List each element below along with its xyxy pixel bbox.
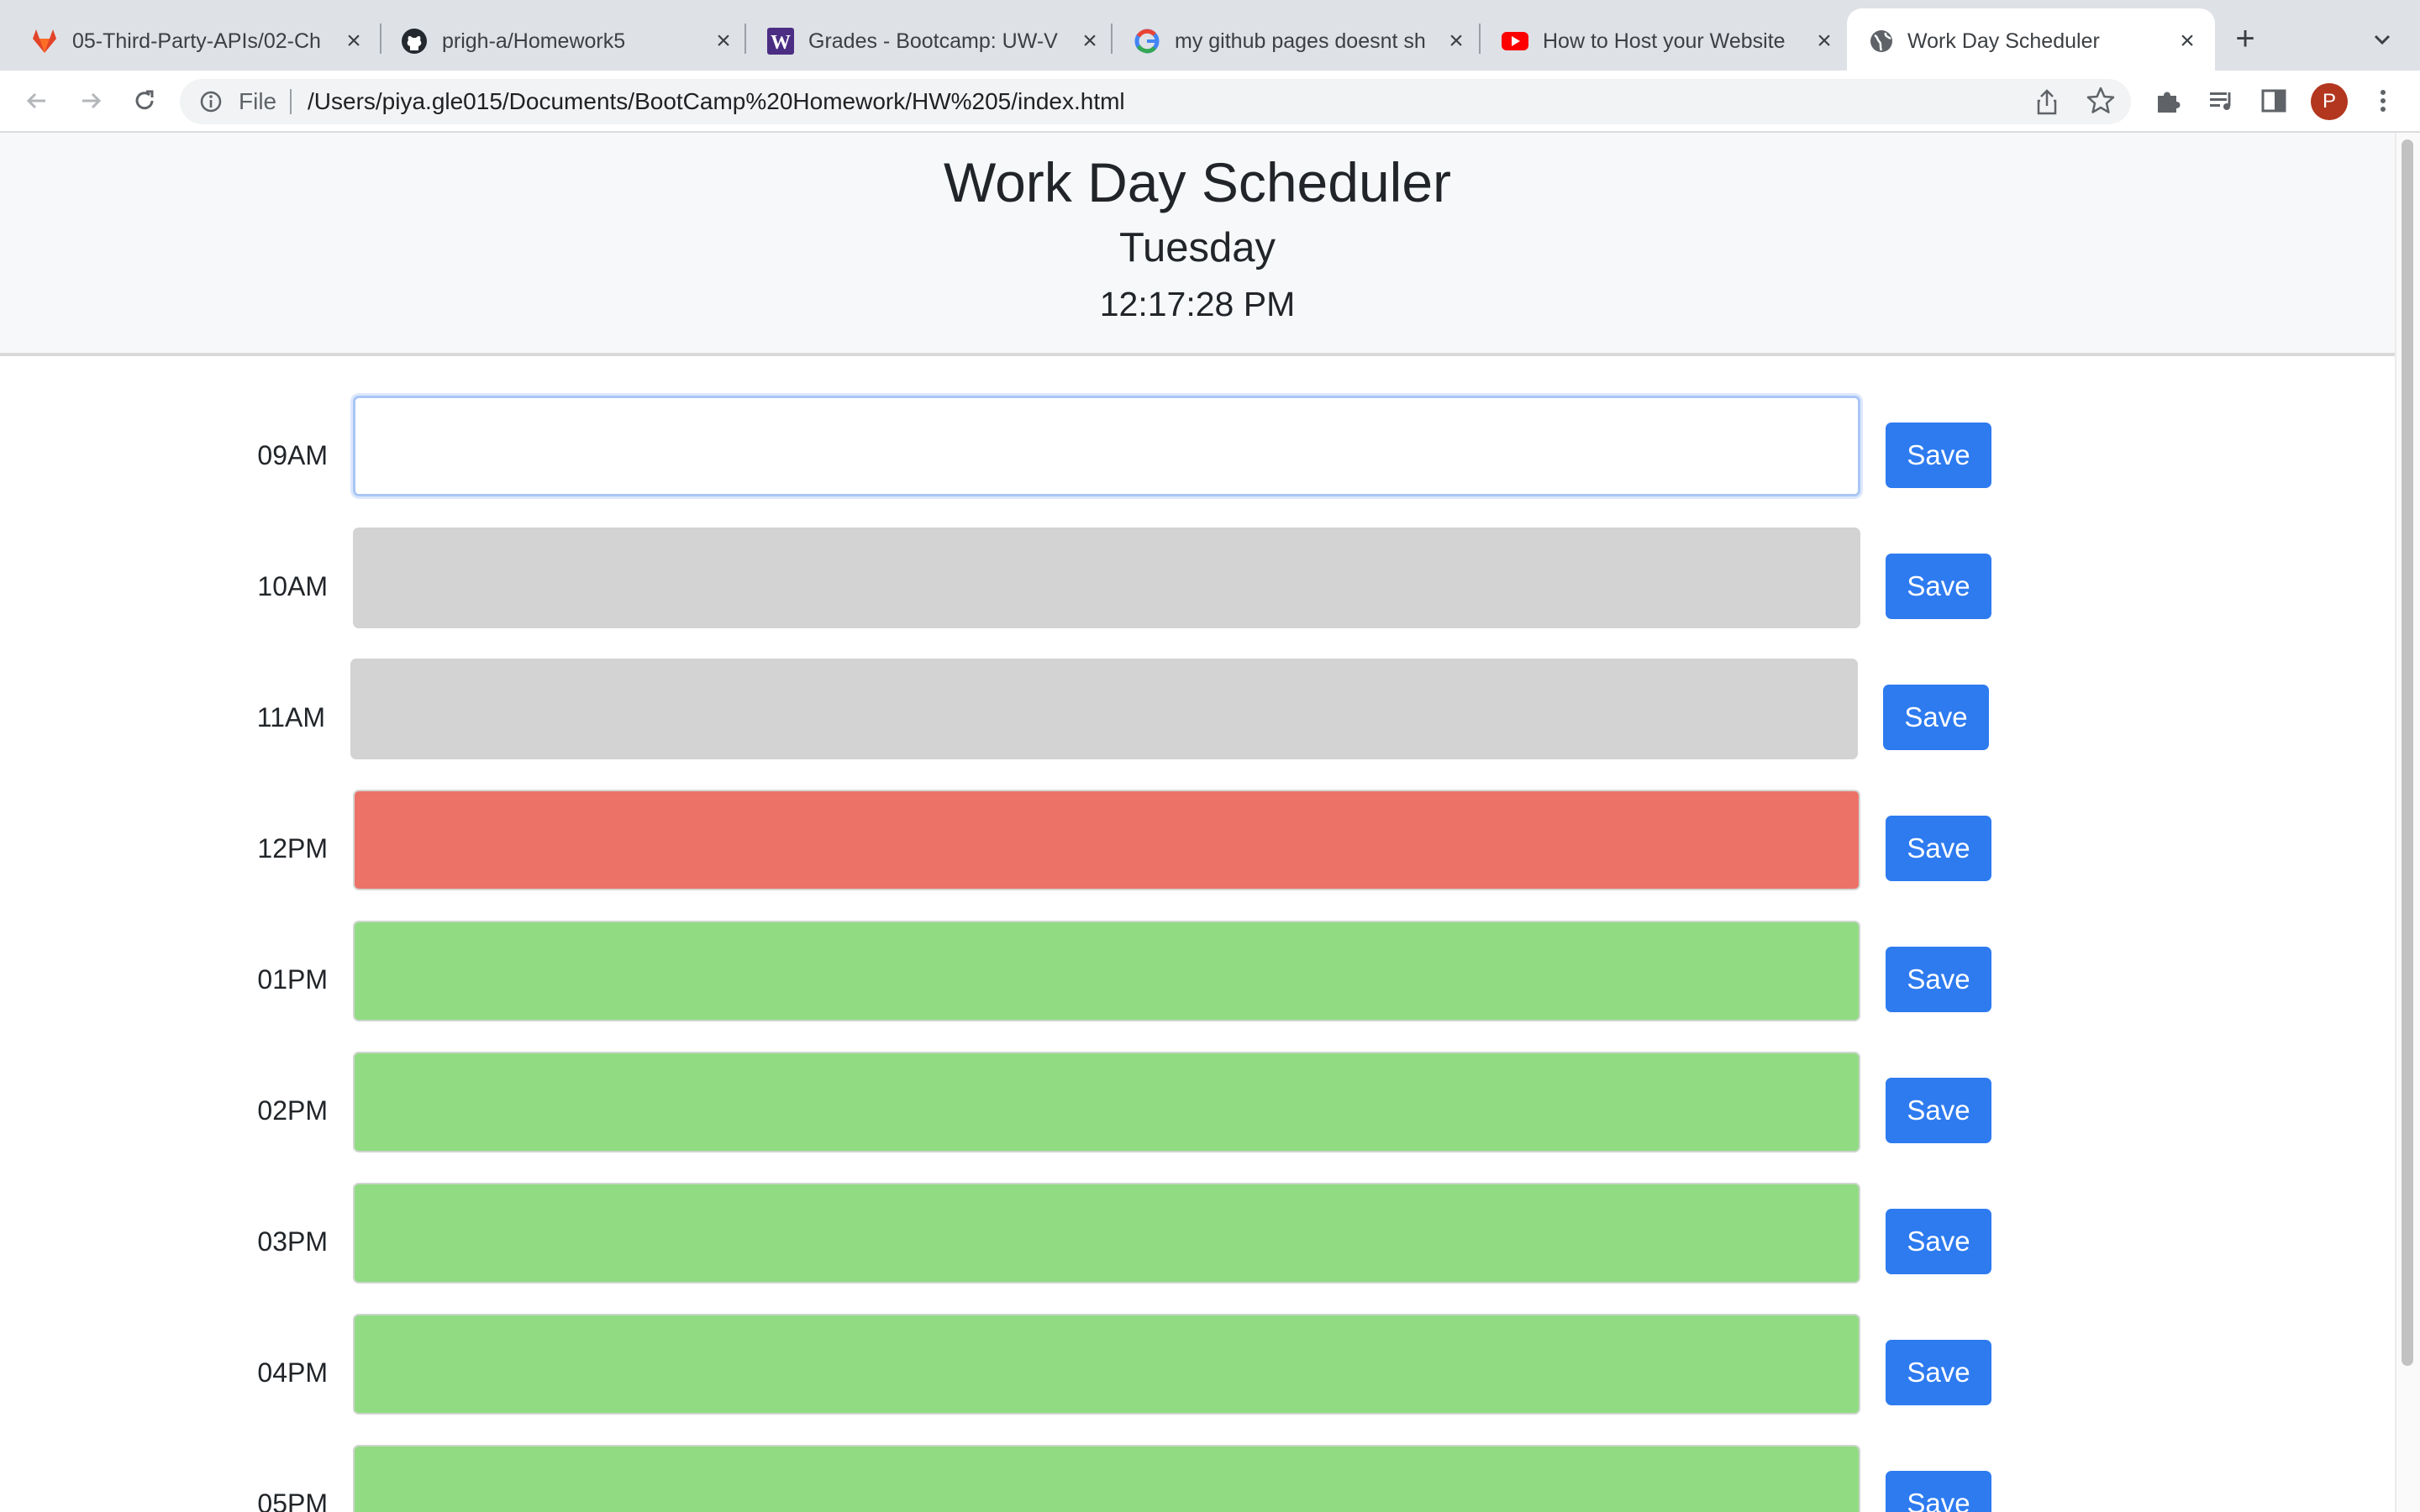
- back-icon[interactable]: [20, 84, 54, 118]
- gitlab-icon: [33, 29, 56, 53]
- tab-title: Work Day Scheduler: [1907, 29, 2100, 53]
- media-queue-icon[interactable]: [2205, 84, 2238, 118]
- hour-label: 05PM: [257, 1488, 328, 1512]
- tab-youtube[interactable]: How to Host your Website ×: [1470, 8, 1847, 71]
- event-input-03pm[interactable]: [353, 1183, 1860, 1284]
- tab-title: How to Host your Website: [1543, 29, 1786, 53]
- save-button[interactable]: Save: [1886, 816, 1991, 881]
- forward-icon[interactable]: [74, 84, 108, 118]
- event-input-04pm[interactable]: [353, 1314, 1860, 1415]
- tab-work-day-scheduler[interactable]: Work Day Scheduler ×: [1847, 8, 2215, 71]
- tab-close-icon[interactable]: ×: [339, 27, 368, 55]
- tab-close-icon[interactable]: ×: [1076, 27, 1104, 55]
- github-icon: [402, 29, 427, 54]
- save-button[interactable]: Save: [1886, 947, 1991, 1012]
- hour-label: 12PM: [257, 833, 328, 864]
- save-button[interactable]: Save: [1886, 554, 1991, 619]
- side-panel-icon[interactable]: [2257, 84, 2291, 118]
- hour-label: 03PM: [257, 1226, 328, 1257]
- scrollbar-thumb[interactable]: [2402, 139, 2413, 1366]
- new-tab-button[interactable]: +: [2228, 22, 2262, 55]
- globe-icon: [1870, 30, 1892, 52]
- tab-title: 05-Third-Party-APIs/02-Ch: [72, 29, 321, 53]
- hour-label: 11AM: [256, 702, 325, 732]
- site-info-icon[interactable]: [198, 89, 224, 114]
- event-input-02pm[interactable]: [353, 1052, 1860, 1152]
- svg-text:W: W: [771, 32, 791, 54]
- event-input-12pm[interactable]: [353, 790, 1860, 890]
- canvas-w-icon: W: [767, 28, 794, 55]
- hour-label: 02PM: [257, 1095, 328, 1126]
- tab-github[interactable]: prigh-a/Homework5 ×: [370, 8, 746, 71]
- event-input-01pm[interactable]: [353, 921, 1860, 1021]
- profile-avatar[interactable]: P: [2311, 83, 2348, 120]
- tab-title: my github pages doesnt sh: [1175, 29, 1426, 53]
- save-button[interactable]: Save: [1886, 1340, 1991, 1405]
- bookmark-star-icon[interactable]: [2084, 84, 2118, 118]
- hour-label: 01PM: [257, 964, 328, 995]
- page-title: Work Day Scheduler: [943, 151, 1452, 213]
- event-input-10am[interactable]: [353, 528, 1860, 628]
- omnibox-divider: [290, 89, 292, 114]
- save-button[interactable]: Save: [1883, 685, 1989, 750]
- tab-title: prigh-a/Homework5: [442, 29, 626, 53]
- tab-close-icon[interactable]: ×: [1442, 27, 1470, 55]
- hour-label: 09AM: [257, 440, 328, 470]
- google-icon: [1134, 29, 1160, 54]
- tab-close-icon[interactable]: ×: [709, 27, 738, 55]
- current-time: 12:17:28 PM: [1099, 285, 1296, 323]
- event-input-09am[interactable]: [353, 396, 1860, 496]
- tab-google-search[interactable]: my github pages doesnt sh ×: [1102, 8, 1479, 71]
- hour-label: 10AM: [257, 571, 328, 601]
- extensions-puzzle-icon[interactable]: [2151, 84, 2185, 118]
- kebab-menu-icon[interactable]: [2366, 84, 2400, 118]
- share-icon[interactable]: [2030, 86, 2064, 119]
- save-button[interactable]: Save: [1886, 1209, 1991, 1274]
- save-button[interactable]: Save: [1886, 1471, 1991, 1512]
- file-scheme-label: File: [239, 88, 277, 114]
- tab-gitlab[interactable]: 05-Third-Party-APIs/02-Ch ×: [0, 8, 376, 71]
- tab-canvas-grades[interactable]: W Grades - Bootcamp: UW-V ×: [736, 8, 1113, 71]
- event-input-11am[interactable]: [350, 659, 1858, 759]
- tab-close-icon[interactable]: ×: [1810, 27, 1839, 55]
- youtube-icon: [1502, 32, 1528, 50]
- reload-icon[interactable]: [128, 84, 161, 118]
- scheduler-header: Work Day Scheduler Tuesday 12:17:28 PM: [0, 133, 2395, 356]
- url-text[interactable]: /Users/piya.gle015/Documents/BootCamp%20…: [308, 86, 1125, 118]
- page-viewport: Work Day Scheduler Tuesday 12:17:28 PM 0…: [0, 133, 2395, 1512]
- hour-label: 04PM: [257, 1357, 328, 1388]
- tab-search-chevron-icon[interactable]: [2368, 25, 2396, 54]
- event-input-05pm[interactable]: [353, 1445, 1860, 1512]
- current-day: Tuesday: [1118, 225, 1276, 270]
- tab-title: Grades - Bootcamp: UW-V: [808, 29, 1058, 53]
- save-button[interactable]: Save: [1886, 1078, 1991, 1143]
- tab-close-icon[interactable]: ×: [2173, 27, 2202, 55]
- browser-tab-strip: 05-Third-Party-APIs/02-Ch × prigh-a/Home…: [0, 0, 2420, 71]
- save-button[interactable]: Save: [1886, 423, 1991, 488]
